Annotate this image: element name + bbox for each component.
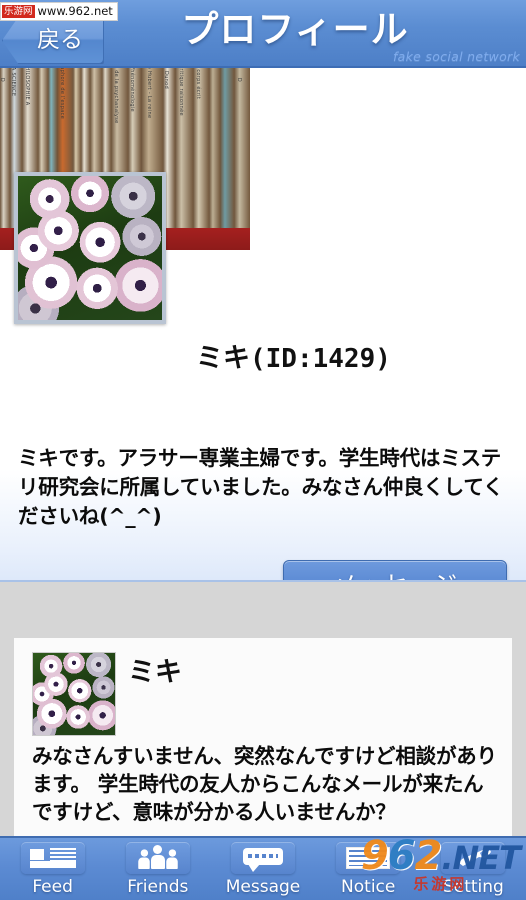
feed-icon <box>20 842 85 874</box>
app-subtitle: fake social network <box>392 49 520 64</box>
book-spine-title: Hegel Phénoménologie <box>128 68 135 112</box>
book-spine-title: Dunod <box>162 71 169 89</box>
message-icon <box>231 842 295 874</box>
book-spine-title: Jean-Loup Hubert - La reine <box>145 68 152 119</box>
nav-item-message[interactable]: Message <box>210 838 315 900</box>
post-avatar-image <box>33 653 115 735</box>
book-spine-title: et la métaphore de l'espace <box>58 68 65 120</box>
book-spine-title: D <box>235 77 242 83</box>
back-button[interactable]: 戻る <box>2 17 104 64</box>
book-spine: D <box>233 68 250 228</box>
back-button-label: 戻る <box>37 27 83 53</box>
nav-item-friends[interactable]: Friends <box>105 838 210 900</box>
feed-section: ミキ みなさんすいません、突然なんですけど相談があります。 学生時代の友人からこ… <box>0 582 526 836</box>
book-spine-title: D <box>0 78 5 82</box>
watermark-digit-2: 2 <box>414 833 443 879</box>
avatar-image <box>18 176 162 320</box>
nav-label-feed: Feed <box>32 877 73 897</box>
watermark-net: .NET <box>441 839 521 877</box>
friends-icon <box>125 842 190 874</box>
post-avatar[interactable] <box>32 652 116 736</box>
book-spine-title: LE corps écrit <box>194 68 201 100</box>
nav-label-message: Message <box>225 877 301 897</box>
post-body-text: みなさんすいません、突然なんですけど相談があります。 学生時代の友人からこんなメ… <box>32 744 497 824</box>
book-spine-title: 27 - La critique raisonnée <box>178 68 185 116</box>
post-author-name: ミキ <box>128 657 182 688</box>
book-spine: D <box>0 68 10 228</box>
book-spine-title: La pratique de la psychanalyse <box>113 68 120 124</box>
nav-item-feed[interactable]: Feed <box>0 838 105 900</box>
avatar[interactable] <box>14 172 166 324</box>
book-spine: 27 - La critique raisonnée <box>175 68 194 228</box>
profile-name: ミキ(ID:1429) <box>196 336 391 375</box>
watermark-url: www.962.net <box>37 3 113 18</box>
profile-screen: 戻る プロフィール fake social network 乐游网 www.962… <box>0 0 526 900</box>
watermark-top-left: 乐游网 www.962.net <box>0 2 118 21</box>
book-spine: LE corps écrit <box>193 68 209 228</box>
watermark-962-logo: 962.NET <box>360 833 521 879</box>
profile-id: (ID:1429) <box>250 344 391 374</box>
book-spine <box>208 68 221 228</box>
profile-display-name: ミキ <box>196 343 250 374</box>
watermark-cn-badge: 乐游网 <box>2 4 35 18</box>
profile-section: D LA SCIENCE LA PHILOSOPHIE A et la métapho… <box>0 68 526 582</box>
post-header: ミキ <box>32 652 492 738</box>
book-spine <box>220 68 234 228</box>
page-title: プロフィール <box>181 8 409 51</box>
watermark-962: 962.NET 乐游网 <box>360 833 521 893</box>
watermark-962-cn: 乐游网 <box>413 875 468 893</box>
message-button[interactable]: メッセージ <box>283 560 507 582</box>
book-spine-title: LA PHILOSOPHIE A <box>23 68 30 106</box>
watermark-digit-6: 6 <box>387 833 416 879</box>
post-card[interactable]: ミキ みなさんすいません、突然なんですけど相談があります。 学生時代の友人からこ… <box>14 638 512 836</box>
book-spine-title: LA SCIENCE <box>9 68 16 97</box>
profile-bio: ミキです。アラサー専業主婦です。学生時代はミステリ研究会に所属していました。みな… <box>18 446 504 528</box>
nav-label-friends: Friends <box>127 877 189 897</box>
watermark-digit-9: 9 <box>360 833 389 879</box>
